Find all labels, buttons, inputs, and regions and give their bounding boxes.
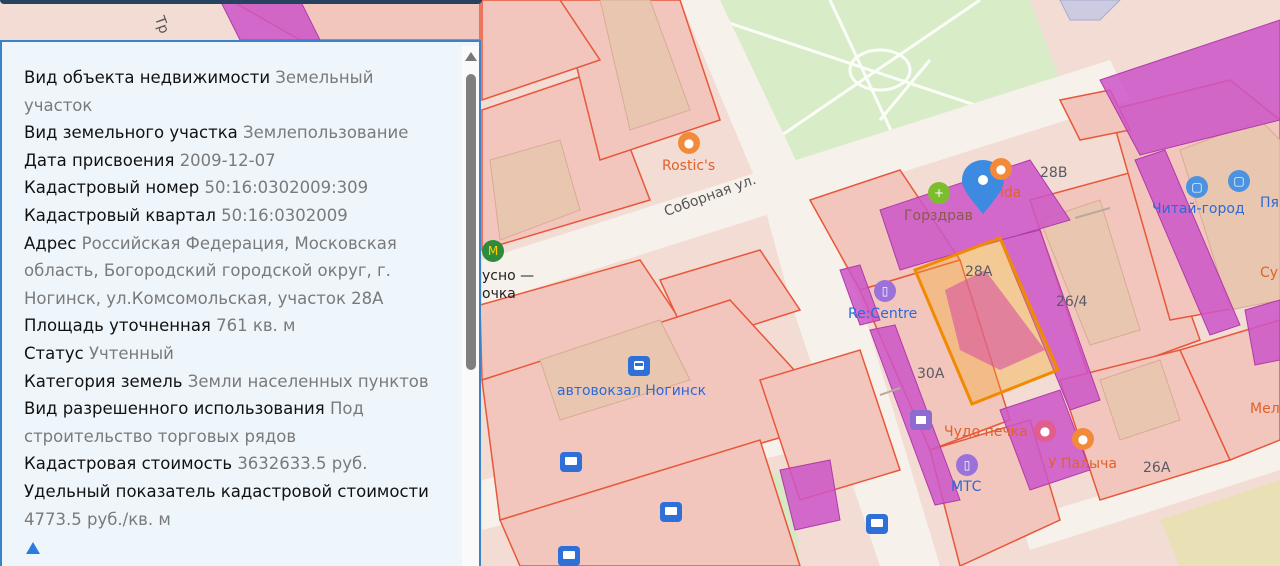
phone-shop-icon[interactable]: ▯	[874, 280, 896, 302]
house-number-28a: 28А	[965, 264, 993, 280]
bus-station-icon[interactable]	[628, 356, 650, 376]
info-row: Удельный показатель кадастровой стоимост…	[24, 478, 442, 533]
food-icon[interactable]: ●	[1034, 420, 1056, 442]
info-row: Кадастровый квартал 50:16:0302009	[24, 202, 442, 230]
info-row: Вид разрешенного использования Под строи…	[24, 395, 442, 450]
house-number-28v: 28В	[1040, 165, 1068, 181]
info-row-value: Земли населенных пунктов	[187, 371, 429, 391]
info-row-label: Вид разрешенного использования	[24, 399, 325, 419]
info-row-value: 2009-12-07	[179, 150, 276, 170]
info-row-value: 3632633.5 руб.	[237, 454, 368, 474]
mobile-operator-icon[interactable]: ▯	[956, 454, 978, 476]
shop-icon[interactable]	[910, 410, 932, 430]
poi-pya[interactable]: Пя	[1260, 195, 1279, 211]
poi-avtovokzal[interactable]: автовокзал Ногинск	[557, 383, 706, 399]
info-row-label: Кадастровый квартал	[24, 205, 216, 225]
bus-stop-icon-3[interactable]	[866, 514, 888, 534]
info-row-label: Категория земель	[24, 371, 183, 391]
poi-rostics[interactable]: Rostic's	[662, 158, 715, 174]
info-row-label: Статус	[24, 343, 84, 363]
bus-stop-icon-4[interactable]	[558, 546, 580, 566]
info-row-label: Удельный показатель кадастровой стоимост…	[24, 481, 429, 501]
info-row: Площадь уточненная 761 кв. м	[24, 312, 442, 340]
info-row-label: Площадь уточненная	[24, 316, 211, 336]
poi-vkusno-line2[interactable]: очка	[482, 286, 516, 302]
info-row-value: 50:16:0302009	[221, 205, 348, 225]
info-row: Категория земель Земли населенных пункто…	[24, 368, 442, 396]
bus-stop-icon-1[interactable]	[560, 452, 582, 472]
info-row-value: 50:16:0302009:309	[204, 178, 369, 198]
house-number-26a: 26А	[1143, 460, 1171, 476]
poi-chudo-pechka[interactable]: Чудо печка	[944, 424, 1028, 440]
shopping-bag-icon[interactable]: ▢	[1228, 170, 1250, 192]
scrollbar-thumb[interactable]	[466, 74, 476, 370]
bookstore-icon[interactable]: ▢	[1186, 176, 1208, 198]
info-row-label: Кадастровый номер	[24, 178, 200, 198]
poi-re-centre[interactable]: Re:Centre	[848, 306, 917, 322]
info-row-label: Вид земельного участка	[24, 123, 238, 143]
info-row: Дата присвоения 2009-12-07	[24, 147, 442, 175]
parcel-info-panel: Вид объекта недвижимости Земельный участ…	[0, 40, 481, 566]
cafe-icon-2[interactable]: ●	[1072, 428, 1094, 450]
info-row: Вид объекта недвижимости Земельный участ…	[24, 64, 442, 119]
poi-su[interactable]: Су	[1260, 265, 1278, 281]
pharmacy-icon[interactable]: +	[928, 182, 950, 204]
info-row-value: Учтенный	[88, 343, 174, 363]
info-row-label: Дата присвоения	[24, 150, 175, 170]
poi-chitai-gorod[interactable]: Читай-город	[1152, 201, 1245, 217]
info-row-value: 4773.5 руб./кв. м	[24, 509, 171, 529]
info-row: Вид земельного участка Землепользование	[24, 119, 442, 147]
info-row: Кадастровая стоимость 3632633.5 руб.	[24, 450, 442, 478]
poi-vkusno-line1[interactable]: усно —	[482, 268, 534, 284]
info-row: Адрес Российская Федерация, Московская о…	[24, 230, 442, 313]
cafe-icon[interactable]: ●	[990, 158, 1012, 180]
parcel-info-content: Вид объекта недвижимости Земельный участ…	[24, 64, 442, 533]
info-row-label: Кадастровая стоимость	[24, 454, 233, 474]
scroll-up-arrow-icon[interactable]	[465, 52, 477, 61]
restaurant-icon[interactable]: ●	[678, 132, 700, 154]
info-row: Статус Учтенный	[24, 340, 442, 368]
info-row-value: Российская Федерация, Московская область…	[24, 233, 397, 308]
info-row-label: Вид объекта недвижимости	[24, 68, 271, 87]
poi-mts[interactable]: МТС	[951, 479, 981, 495]
bus-stop-icon-2[interactable]	[660, 502, 682, 522]
poi-gorzdrav[interactable]: Горздрав	[904, 208, 973, 224]
info-row-value: Землепользование	[243, 123, 409, 143]
info-row-value: 761 кв. м	[216, 316, 296, 336]
fastfood-icon[interactable]: M	[482, 240, 504, 262]
poi-u-palycha[interactable]: У Палыча	[1048, 456, 1117, 472]
info-row-label: Адрес	[24, 233, 77, 253]
house-number-30a: 30А	[917, 366, 945, 382]
collapse-up-arrow-icon[interactable]	[26, 542, 40, 554]
top-toolbar-edge	[0, 0, 482, 4]
poi-mel[interactable]: Мел	[1250, 401, 1280, 417]
house-number-26-4: 26/4	[1056, 294, 1088, 310]
info-row: Кадастровый номер 50:16:0302009:309	[24, 174, 442, 202]
poi-vida[interactable]: ida	[1000, 185, 1021, 201]
